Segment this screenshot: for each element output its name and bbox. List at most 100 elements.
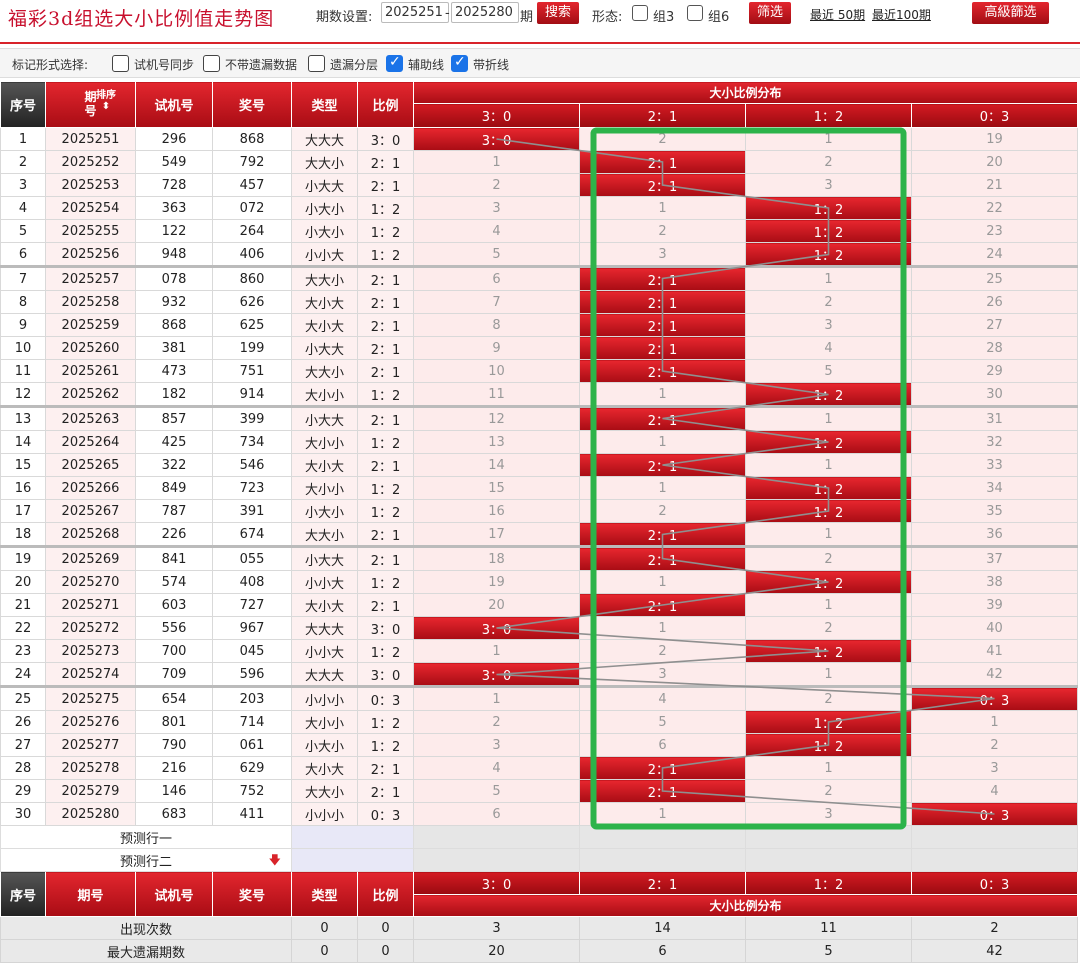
dist-miss-cell: 8 — [413, 313, 580, 337]
row-ratio: 2：1 — [357, 265, 414, 291]
table-row: 12 2025262 182 914 大小小 1：2 11 1 1：2 30 — [0, 382, 1078, 407]
table-row: 22 2025272 556 967 大大大 3：0 3：0 1 2 40 — [0, 616, 1078, 640]
row-ratio: 3：0 — [357, 616, 414, 640]
filter-button[interactable]: 筛选 — [749, 2, 791, 24]
dist-hit-cell: 2：1 — [579, 173, 746, 197]
row-idx: 12 — [0, 382, 46, 407]
dist-miss-cell: 2 — [579, 219, 746, 243]
row-win: 868 — [212, 127, 292, 151]
group6-checkbox[interactable] — [687, 5, 703, 21]
recent-100-link[interactable]: 最近100期 — [872, 6, 931, 23]
dist-hit-cell: 1：2 — [745, 219, 912, 243]
row-issue: 2025279 — [45, 779, 136, 803]
row-issue: 2025268 — [45, 522, 136, 547]
dist-col-1-2: 1：2 — [745, 103, 912, 128]
dist-miss-cell: 1 — [745, 453, 912, 477]
predict-1-cell[interactable] — [911, 825, 1078, 849]
stat-row: 最大遗漏期数 0 0 20 6 5 42 — [0, 939, 1078, 963]
arrow-down-icon[interactable]: 🡇 — [269, 851, 281, 871]
dist-miss-cell: 10 — [413, 359, 580, 383]
opt-guide-line-checkbox[interactable] — [386, 54, 403, 72]
row-issue: 2025263 — [45, 405, 136, 431]
opt-polyline-checkbox[interactable] — [451, 54, 468, 72]
dist-miss-cell: 2 — [745, 290, 912, 314]
predict-row-2-input[interactable] — [291, 848, 414, 872]
dist-hit-cell: 1：2 — [745, 196, 912, 220]
opt-polyline-label: 带折线 — [473, 58, 510, 72]
row-issue: 2025276 — [45, 710, 136, 734]
row-win: 914 — [212, 382, 292, 407]
predict-1-cell[interactable] — [745, 825, 912, 849]
sort-button[interactable]: 排序 ⬍ — [96, 90, 116, 112]
group3-checkbox[interactable] — [632, 5, 648, 21]
row-type: 小小小 — [291, 802, 358, 826]
dist-miss-cell: 9 — [413, 336, 580, 360]
row-type: 小大小 — [291, 733, 358, 757]
period-to-input[interactable] — [451, 2, 519, 23]
row-trial: 654 — [135, 685, 213, 711]
dist-miss-cell: 37 — [911, 545, 1078, 571]
row-idx: 24 — [0, 662, 46, 687]
row-ratio: 3：0 — [357, 127, 414, 151]
dist-miss-cell: 26 — [911, 290, 1078, 314]
top-bar: 福彩3d组选大小比例值走势图 期数设置: - 期 搜索 形态: 组3 组6 筛选… — [0, 0, 1080, 38]
row-win: 546 — [212, 453, 292, 477]
predict-1-cell[interactable] — [579, 825, 746, 849]
dist-hit-cell: 2：1 — [579, 593, 746, 617]
row-win: 264 — [212, 219, 292, 243]
predict-2-cell[interactable] — [579, 848, 746, 872]
row-idx: 28 — [0, 756, 46, 780]
group3-label: 组3 — [653, 10, 675, 25]
dist-miss-cell: 1 — [413, 685, 580, 711]
predict-row-1-input[interactable] — [291, 825, 414, 849]
row-issue: 2025264 — [45, 430, 136, 454]
predict-row-1: 预测行一 — [0, 825, 1078, 849]
dist-miss-cell: 1 — [745, 593, 912, 617]
row-trial: 473 — [135, 359, 213, 383]
row-win: 203 — [212, 685, 292, 711]
row-win: 457 — [212, 173, 292, 197]
trend-table: 序号 期号 排序 ⬍ 试机号 奖号 类型 比例 大小比例分布 3：0 2：1 1：… — [0, 81, 1078, 963]
row-issue: 2025267 — [45, 499, 136, 523]
advanced-filter-button[interactable]: 高級篩选 — [972, 2, 1049, 24]
predict-2-cell[interactable] — [745, 848, 912, 872]
dist-hit-cell: 2：1 — [579, 545, 746, 571]
opt-miss-layer-checkbox[interactable] — [308, 55, 325, 72]
row-type: 大大小 — [291, 150, 358, 174]
dist-miss-cell: 23 — [911, 219, 1078, 243]
dist-miss-cell: 3 — [413, 196, 580, 220]
row-trial: 226 — [135, 522, 213, 547]
dist-hit-cell: 1：2 — [745, 710, 912, 734]
row-trial: 322 — [135, 453, 213, 477]
row-idx: 23 — [0, 639, 46, 663]
search-button[interactable]: 搜索 — [537, 2, 579, 24]
row-idx: 16 — [0, 476, 46, 500]
opt-no-miss-checkbox[interactable] — [203, 55, 220, 72]
opt-trial-sync-checkbox[interactable] — [112, 55, 129, 72]
col-header-issue[interactable]: 期号 排序 ⬍ — [45, 81, 136, 128]
dist-hit-cell: 1：2 — [745, 242, 912, 267]
row-win: 626 — [212, 290, 292, 314]
dist-miss-cell: 4 — [413, 219, 580, 243]
dist-hit-cell: 2：1 — [579, 265, 746, 291]
recent-50-link[interactable]: 最近 50期 — [810, 6, 865, 23]
predict-2-cell[interactable] — [413, 848, 580, 872]
dist-miss-cell: 3 — [745, 802, 912, 826]
row-issue: 2025272 — [45, 616, 136, 640]
dist-miss-cell: 12 — [413, 405, 580, 431]
row-ratio: 1：2 — [357, 219, 414, 243]
dist-miss-cell: 2 — [413, 173, 580, 197]
opt-trial-sync-label: 试机号同步 — [134, 58, 195, 72]
row-idx: 26 — [0, 710, 46, 734]
row-trial: 574 — [135, 570, 213, 594]
dist-miss-cell: 32 — [911, 430, 1078, 454]
predict-1-cell[interactable] — [413, 825, 580, 849]
predict-2-cell[interactable] — [911, 848, 1078, 872]
period-from-input[interactable] — [381, 2, 449, 23]
row-ratio: 2：1 — [357, 779, 414, 803]
table-row: 13 2025263 857 399 小大大 2：1 12 2：1 1 31 — [0, 405, 1078, 431]
stat-value: 6 — [579, 939, 746, 963]
col-header-trial: 试机号 — [135, 81, 213, 128]
dist-miss-cell: 5 — [579, 710, 746, 734]
row-win: 792 — [212, 150, 292, 174]
